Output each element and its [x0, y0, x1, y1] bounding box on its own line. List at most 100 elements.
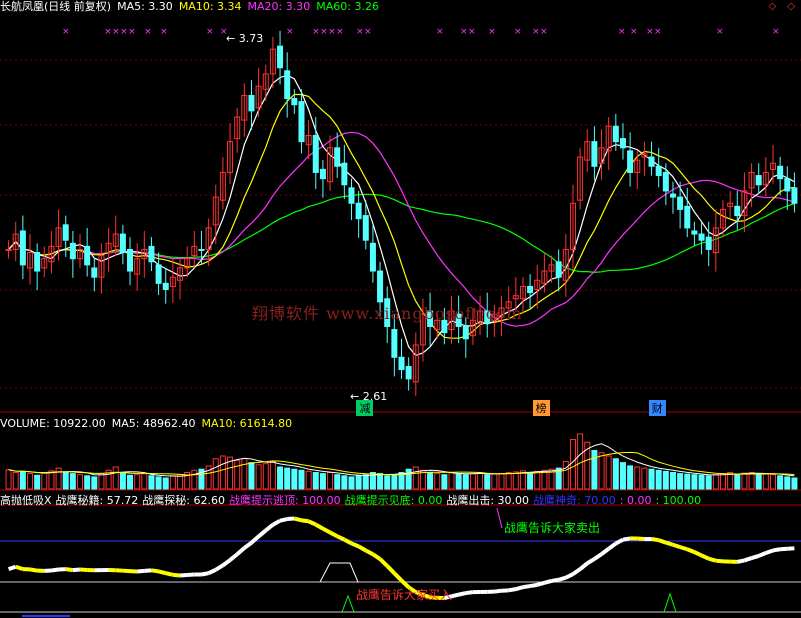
volume-bar: [677, 473, 684, 490]
volume-bar: [19, 470, 26, 490]
candle-body: [369, 242, 376, 272]
buy-spike: [341, 594, 355, 613]
indicator-segment: [385, 564, 396, 575]
candle-body: [119, 233, 126, 254]
candle-body: [691, 230, 698, 235]
indicator-segment: [772, 547, 781, 553]
indicator-segment: [536, 580, 545, 587]
volume-bar: [684, 473, 691, 490]
candle-body: [148, 245, 155, 263]
indicator-segment: [529, 582, 538, 589]
event-marker-1[interactable]: 榜: [532, 400, 550, 416]
candle-body: [555, 261, 562, 278]
indicator-segment: [736, 558, 745, 564]
indicator-segment: [600, 547, 610, 556]
grid-lines: [0, 59, 801, 613]
indicator-segment: [672, 542, 681, 550]
indicator-segment: [279, 517, 288, 523]
volume-bar: [412, 466, 419, 490]
volume-bar: [405, 468, 412, 490]
volume-bar: [148, 475, 155, 490]
candle-body: [162, 282, 169, 291]
volume-bar: [434, 473, 441, 490]
buy-signal-label: 战鹰告诉大家买入: [356, 588, 453, 602]
indicator-segment: [508, 587, 517, 593]
indicator-segment: [494, 588, 502, 594]
ma60-line: [8, 193, 795, 274]
indicator-segment: [622, 536, 631, 542]
candle-body: [669, 193, 676, 198]
volume-bar: [319, 473, 326, 490]
volume-bar: [248, 462, 255, 490]
volume-bar: [448, 472, 455, 490]
window-controls[interactable]: ◇ ◇: [768, 1, 799, 12]
star-marker: ×: [286, 27, 294, 37]
indicator-segment: [700, 553, 710, 561]
indicator-value-3: 战鹰提示见底: 0.00: [344, 494, 443, 507]
star-marker: ×: [328, 27, 336, 37]
volume-bar: [298, 469, 305, 490]
star-marker: ×: [540, 27, 548, 37]
high-price-label: ← 3.73: [226, 32, 264, 45]
indicator-segment: [314, 522, 324, 531]
indicator-value-0: 战鹰秘籍: 57.72: [55, 494, 139, 507]
volume-bar: [698, 474, 705, 490]
volume-bar: [112, 466, 119, 490]
volume-bar: [119, 472, 126, 490]
volume-bar: [762, 473, 769, 490]
star-marker: ×: [336, 27, 344, 37]
indicator-segment: [7, 564, 17, 572]
volume-bar: [627, 465, 634, 490]
star-marker: ×: [646, 27, 654, 37]
indicator-segment: [551, 577, 559, 583]
candle-body: [734, 205, 741, 217]
indicator-name: 高抛低吸X: [0, 494, 52, 507]
volume-bar: [291, 468, 298, 490]
star-marker: ×: [104, 27, 112, 37]
indicator-segment: [165, 571, 174, 577]
volume-header: VOLUME: 10922.00 MA5: 48962.40 MA10: 616…: [0, 417, 292, 430]
indicator-value-4: 战鹰出击: 30.00: [446, 494, 530, 507]
stock-title: 长航凤凰(日线 前复权): [0, 0, 112, 13]
volume-bar: [691, 474, 698, 490]
ma20g-path: [8, 131, 795, 327]
indicator-segment: [307, 519, 317, 527]
indicator-segment: [264, 523, 275, 533]
volume-bar: [48, 470, 55, 490]
volume-bar: [784, 476, 791, 490]
indicator-segment: [228, 552, 239, 562]
indicator-segment: [693, 550, 703, 558]
indicator-segment: [715, 558, 724, 564]
volume-bar: [27, 473, 34, 490]
indicator-segment: [614, 537, 624, 546]
volume-bar: [348, 476, 355, 490]
candle-body: [619, 138, 626, 149]
event-marker-0[interactable]: 减: [356, 400, 374, 416]
volume-bar: [484, 474, 491, 490]
indicator-segment: [172, 572, 181, 578]
candle-body: [127, 248, 134, 272]
bottom-spike: [663, 592, 677, 613]
event-marker-2[interactable]: 财: [648, 400, 666, 416]
volume-ma-lines: [8, 443, 795, 477]
volume-bar: [141, 473, 148, 490]
indicator-segment: [543, 578, 553, 585]
volume-bar: [191, 469, 198, 490]
volume-bar: [462, 474, 469, 490]
indicator-segment: [271, 518, 282, 527]
candle-body: [684, 205, 691, 229]
volume-bar: [362, 474, 369, 490]
candle-body: [91, 267, 98, 278]
sell-signal-label: 战鹰告诉大家卖出: [504, 521, 601, 535]
indicator-segment: [201, 571, 209, 577]
volume-bar: [77, 474, 84, 490]
candle-body: [627, 150, 634, 173]
indicator-segment: [235, 546, 246, 556]
candle-body: [248, 94, 255, 112]
volume-bar: [377, 473, 384, 490]
candle-body: [527, 285, 534, 294]
volume-bar: [134, 474, 141, 490]
indicator-segment: [651, 537, 659, 543]
indicator-segment: [293, 516, 302, 523]
candle-body: [341, 162, 348, 186]
